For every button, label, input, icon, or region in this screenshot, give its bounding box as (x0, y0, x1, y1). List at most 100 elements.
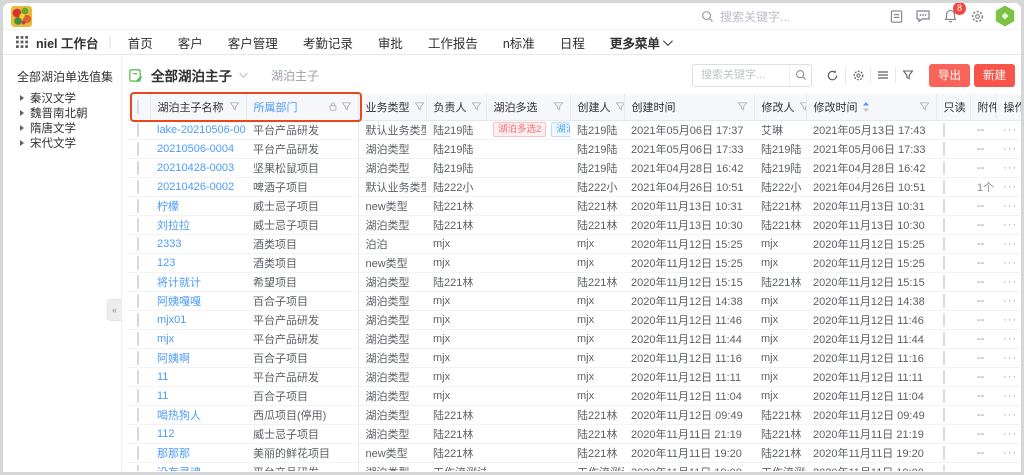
column-header-dept[interactable]: 所属部门 (246, 94, 358, 120)
app-logo[interactable] (11, 6, 32, 27)
record-link[interactable]: 112 (157, 428, 175, 440)
sort-icon[interactable] (862, 101, 870, 113)
nav-item-7[interactable]: n标准 (503, 33, 535, 52)
filter-icon[interactable] (799, 101, 807, 112)
export-button[interactable]: 导出 (929, 64, 970, 87)
record-link[interactable]: 11 (157, 371, 168, 383)
row-checkbox[interactable] (137, 142, 139, 156)
row-checkbox[interactable] (137, 123, 139, 137)
bell-icon[interactable]: 8 (941, 7, 959, 25)
row-actions[interactable]: ··· (996, 291, 1021, 310)
record-link[interactable]: 喝热狗人 (157, 410, 201, 422)
filter-icon[interactable] (919, 101, 930, 112)
column-header-owner[interactable]: 负责人 (426, 94, 486, 120)
row-checkbox[interactable] (137, 294, 139, 308)
column-header-ops[interactable]: 操作 (996, 94, 1021, 120)
expand-arrow-icon[interactable] (20, 125, 24, 131)
column-header-created[interactable]: 创建时间 (624, 94, 754, 120)
column-header-readonly[interactable]: 只读 (936, 94, 970, 120)
row-actions[interactable]: ··· (996, 215, 1021, 234)
row-actions[interactable]: ··· (996, 310, 1021, 329)
column-header-modifier[interactable]: 修改人 (754, 94, 806, 120)
sidebar-collapse-handle[interactable]: « (107, 299, 121, 321)
nav-item-4[interactable]: 考勤记录 (303, 33, 353, 52)
refresh-icon[interactable] (820, 67, 845, 83)
row-checkbox[interactable] (137, 218, 139, 232)
row-checkbox[interactable] (137, 351, 139, 365)
row-actions[interactable]: ··· (996, 196, 1021, 215)
sidebar-item-3[interactable]: 隋唐文学 (17, 120, 121, 135)
nav-item-3[interactable]: 客户管理 (228, 33, 278, 52)
row-checkbox[interactable] (137, 313, 139, 327)
row-actions[interactable]: ··· (996, 139, 1021, 158)
row-actions[interactable]: ··· (996, 272, 1021, 291)
notes-icon[interactable] (887, 7, 905, 25)
filter-icon[interactable] (471, 101, 482, 112)
row-actions[interactable]: ··· (996, 253, 1021, 272)
row-checkbox[interactable] (137, 199, 139, 213)
filter-icon[interactable] (414, 101, 425, 112)
avatar[interactable] (995, 6, 1015, 27)
row-checkbox[interactable] (137, 446, 139, 460)
view-title[interactable]: 全部湖泊主子 (151, 65, 232, 85)
apps-grid-icon[interactable] (16, 36, 28, 48)
row-actions[interactable]: ··· (996, 234, 1021, 253)
record-link[interactable]: 20210428-0003 (157, 162, 234, 174)
row-checkbox[interactable] (137, 465, 139, 472)
search-icon[interactable] (789, 65, 811, 86)
global-search[interactable]: 搜索关键字... (701, 3, 790, 30)
record-link[interactable]: lake-20210506-0005 (157, 124, 246, 136)
filter-icon[interactable] (553, 101, 564, 112)
record-link[interactable]: 2333 (157, 238, 181, 250)
nav-item-1[interactable]: 首页 (128, 33, 153, 52)
row-checkbox[interactable] (137, 370, 139, 384)
row-actions[interactable]: ··· (996, 462, 1021, 471)
filter-icon[interactable] (341, 101, 352, 112)
filter-icon[interactable] (895, 67, 920, 83)
nav-item-6[interactable]: 工作报告 (428, 33, 478, 52)
column-header-creator[interactable]: 创建人 (570, 94, 624, 120)
row-actions[interactable]: ··· (996, 158, 1021, 177)
record-link[interactable]: 那那那 (157, 448, 190, 460)
expand-arrow-icon[interactable] (20, 95, 24, 101)
record-link[interactable]: 柠檬 (157, 201, 179, 213)
table-search-input[interactable] (693, 65, 789, 86)
column-header-name[interactable]: 湖泊主子名称 (150, 94, 246, 120)
row-checkbox[interactable] (137, 275, 139, 289)
chat-icon[interactable] (914, 7, 932, 25)
nav-item-8[interactable]: 日程 (560, 33, 585, 52)
record-link[interactable]: mjx01 (157, 314, 186, 326)
record-link[interactable]: 11 (157, 390, 168, 402)
nav-item-2[interactable]: 客户 (178, 33, 203, 52)
select-all-checkbox[interactable] (137, 100, 139, 114)
record-link[interactable]: 阿姨啊 (157, 353, 190, 365)
row-actions[interactable]: ··· (996, 443, 1021, 462)
row-actions[interactable]: ··· (996, 424, 1021, 443)
filter-icon[interactable] (737, 101, 748, 112)
record-link[interactable]: 没有灵魂 (157, 467, 201, 472)
table-search[interactable] (692, 64, 812, 87)
row-checkbox[interactable] (137, 161, 139, 175)
expand-arrow-icon[interactable] (20, 110, 24, 116)
sidebar-item-1[interactable]: 秦汉文学 (17, 90, 121, 105)
sidebar-item-2[interactable]: 魏晋南北朝 (17, 105, 121, 120)
column-header-multi[interactable]: 湖泊多选 (486, 94, 570, 120)
row-checkbox[interactable] (137, 332, 139, 346)
row-actions[interactable]: ··· (996, 329, 1021, 348)
density-icon[interactable] (870, 67, 895, 83)
record-link[interactable]: 将计就计 (157, 277, 201, 289)
column-header-type[interactable]: 业务类型 (358, 94, 426, 120)
workspace-brand[interactable]: niel 工作台 (36, 33, 99, 52)
record-link[interactable]: mjx (157, 333, 174, 345)
row-checkbox[interactable] (137, 408, 139, 422)
nav-item-5[interactable]: 审批 (378, 33, 403, 52)
settings-icon[interactable] (845, 67, 870, 83)
column-header-modified[interactable]: 修改时间 (806, 94, 936, 120)
row-checkbox[interactable] (137, 256, 139, 270)
row-actions[interactable]: ··· (996, 367, 1021, 386)
record-link[interactable]: 123 (157, 257, 175, 269)
gear-icon[interactable] (968, 7, 986, 25)
row-actions[interactable]: ··· (996, 405, 1021, 424)
row-checkbox[interactable] (137, 389, 139, 403)
row-actions[interactable]: ··· (996, 348, 1021, 367)
